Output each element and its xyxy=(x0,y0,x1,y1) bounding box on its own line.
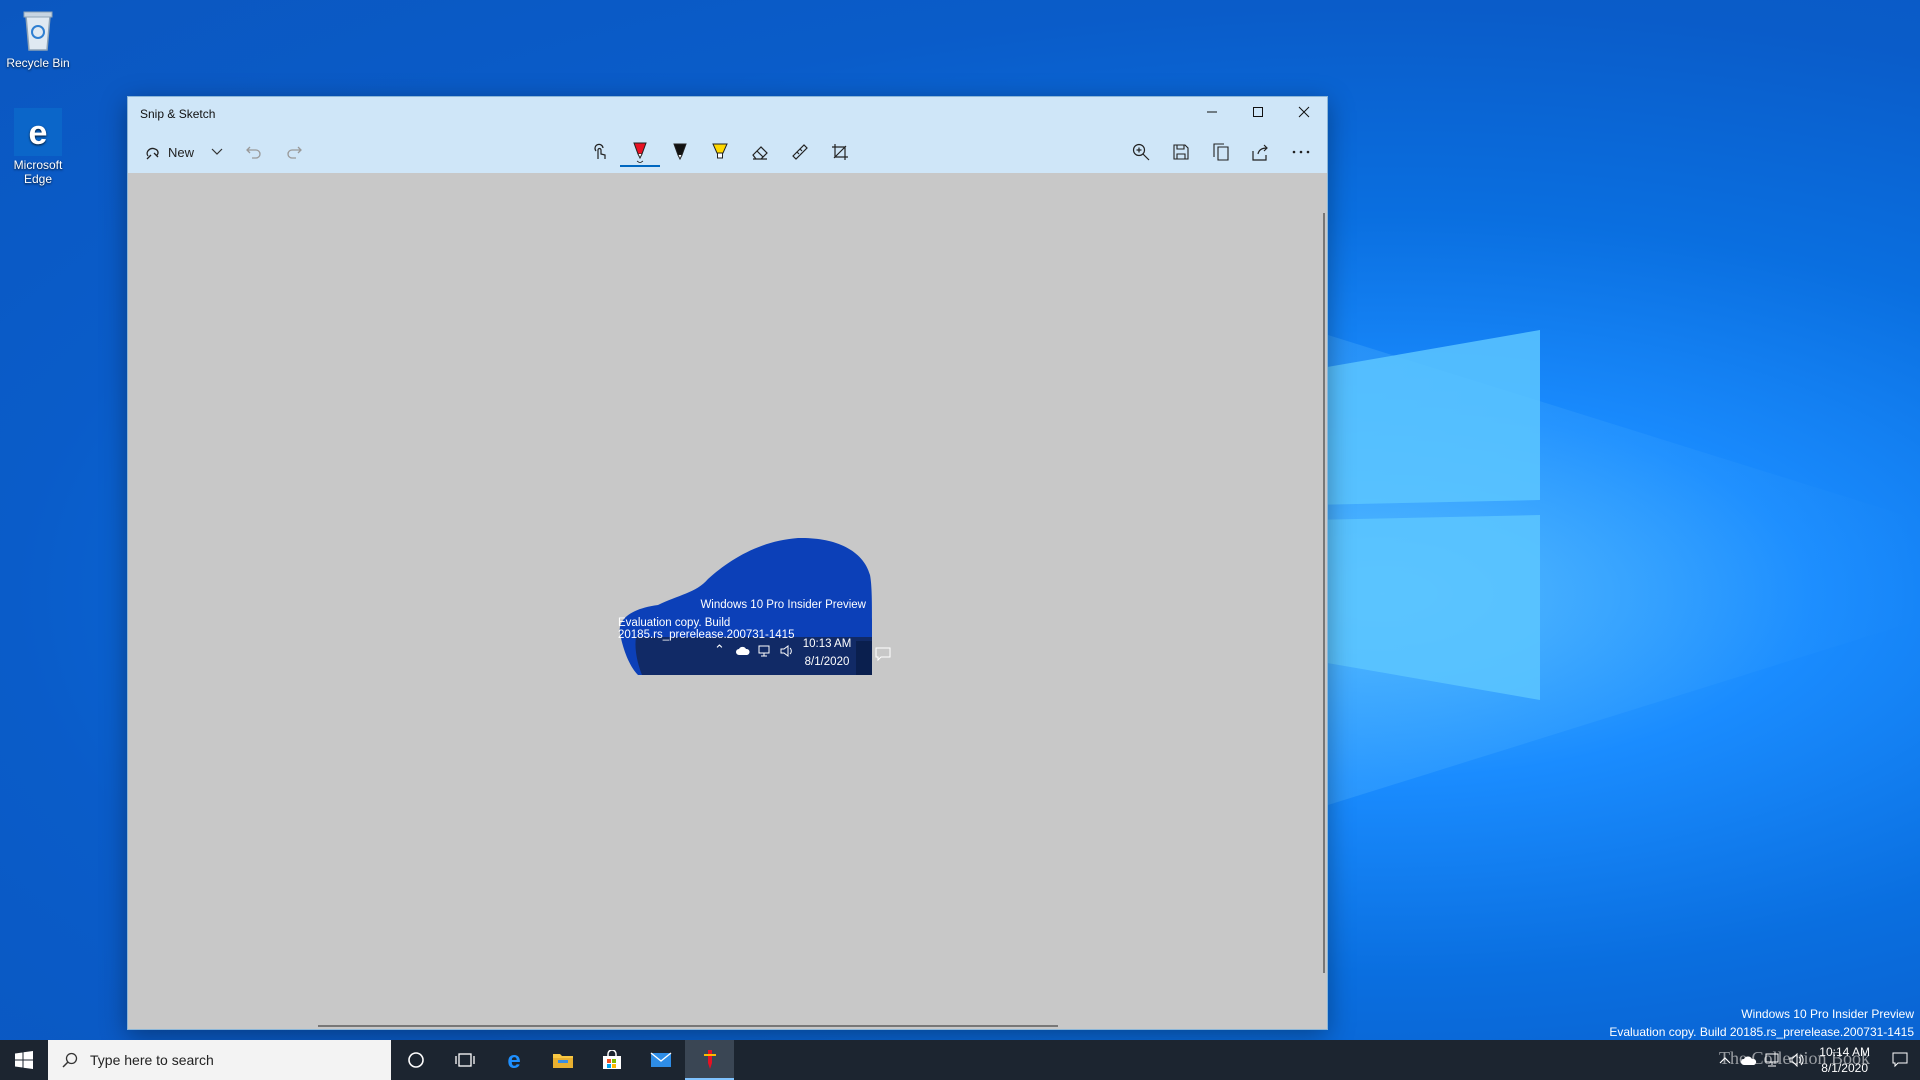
ruler-button[interactable] xyxy=(780,137,820,167)
file-explorer-icon xyxy=(552,1054,573,1068)
svg-text:e: e xyxy=(507,1049,520,1071)
taskbar-snip-sketch[interactable] xyxy=(685,1040,734,1080)
ballpoint-pen-button[interactable] xyxy=(620,137,660,167)
crop-icon xyxy=(832,144,848,160)
watermark-edition: Windows 10 Pro Insider Preview xyxy=(1741,1007,1914,1021)
pencil-button[interactable] xyxy=(660,137,700,167)
close-icon xyxy=(1298,106,1310,118)
svg-text:e: e xyxy=(29,114,48,152)
start-button[interactable] xyxy=(0,1040,48,1080)
copy-button[interactable] xyxy=(1201,137,1241,167)
search-icon xyxy=(62,1052,78,1068)
copy-icon xyxy=(1213,143,1229,161)
snip-onedrive-icon xyxy=(736,646,750,655)
watermark-build: Evaluation copy. Build 20185.rs_prerelea… xyxy=(1609,1025,1914,1039)
recycle-bin-icon xyxy=(23,11,53,51)
zoom-button[interactable] xyxy=(1121,137,1161,167)
drawing-canvas[interactable]: Windows 10 Pro Insider Preview Evaluatio… xyxy=(128,173,1327,1029)
undo-icon xyxy=(246,146,261,159)
search-placeholder: Type here to search xyxy=(90,1052,214,1068)
more-icon xyxy=(1292,150,1310,154)
horizontal-scrollbar[interactable] xyxy=(318,1025,1058,1027)
ballpoint-pen-icon xyxy=(633,142,647,163)
crop-button[interactable] xyxy=(820,137,860,167)
zoom-icon xyxy=(1132,143,1150,161)
snip-notification-icon xyxy=(875,647,891,661)
edge-icon: e xyxy=(507,1049,520,1071)
share-icon xyxy=(1252,144,1268,161)
snip-network-icon xyxy=(758,645,770,657)
windows-logo-icon xyxy=(15,1051,33,1069)
toolbar: New xyxy=(128,131,1327,173)
taskbar-file-explorer[interactable] xyxy=(538,1040,587,1080)
edge-icon: e xyxy=(14,108,62,156)
new-snip-dropdown[interactable] xyxy=(200,137,234,167)
undo-button[interactable] xyxy=(234,137,274,167)
more-options-button[interactable] xyxy=(1281,137,1321,167)
highlighter-icon xyxy=(712,143,728,159)
snip-sketch-icon xyxy=(703,1050,716,1069)
taskbar: Type here to search e The Collection Boo… xyxy=(0,1040,1920,1080)
taskbar-task-view[interactable] xyxy=(440,1040,489,1080)
store-icon xyxy=(602,1050,621,1069)
new-snip-icon xyxy=(146,147,159,160)
windows-logo-wallpaper xyxy=(1310,330,1540,700)
chevron-down-icon xyxy=(211,148,223,155)
share-button[interactable] xyxy=(1241,137,1281,167)
minimize-button[interactable] xyxy=(1189,97,1235,127)
eraser-button[interactable] xyxy=(740,137,780,167)
highlighter-button[interactable] xyxy=(700,137,740,167)
taskbar-cortana[interactable] xyxy=(391,1040,440,1080)
window-title: Snip & Sketch xyxy=(140,107,216,121)
taskbar-edge[interactable]: e xyxy=(489,1040,538,1080)
collection-book-overlay: The Collection Book xyxy=(1719,1048,1870,1068)
snip-clock-time: 10:13 AM xyxy=(802,638,852,650)
vertical-scrollbar[interactable] xyxy=(1323,213,1325,973)
taskbar-mail[interactable] xyxy=(636,1040,685,1080)
desktop-icon-label: Recycle Bin xyxy=(6,56,70,70)
maximize-button[interactable] xyxy=(1235,97,1281,127)
redo-button[interactable] xyxy=(274,137,314,167)
cortana-icon xyxy=(407,1052,424,1068)
system-tray: The Collection Book 10:14 AM 8/1/2020 xyxy=(1713,1040,1920,1080)
pencil-icon xyxy=(673,143,687,161)
touch-writing-icon xyxy=(594,143,606,159)
snip-text-edition: Windows 10 Pro Insider Preview xyxy=(700,599,866,611)
snip-sketch-window: Snip & Sketch New Windows 10 Pro Insider… xyxy=(127,96,1328,1030)
title-bar[interactable]: Snip & Sketch xyxy=(128,97,1327,131)
snip-clock-date: 8/1/2020 xyxy=(804,656,850,668)
taskbar-store[interactable] xyxy=(587,1040,636,1080)
search-box[interactable]: Type here to search xyxy=(48,1040,391,1080)
notification-icon xyxy=(1892,1052,1908,1068)
save-icon xyxy=(1173,144,1189,160)
minimize-icon xyxy=(1207,111,1217,113)
maximize-icon xyxy=(1253,107,1263,117)
desktop-icon-label: Microsoft Edge xyxy=(13,158,63,186)
action-center-button[interactable] xyxy=(1880,1052,1920,1068)
task-view-icon xyxy=(454,1053,475,1067)
redo-icon xyxy=(287,146,302,159)
snip-volume-icon xyxy=(780,645,792,657)
touch-writing-button[interactable] xyxy=(580,137,620,167)
snip-image: Windows 10 Pro Insider Preview Evaluatio… xyxy=(618,525,930,675)
ruler-icon xyxy=(792,144,808,160)
close-button[interactable] xyxy=(1281,97,1327,127)
new-label: New xyxy=(168,144,195,160)
eraser-icon xyxy=(752,146,768,160)
desktop-icon-recycle-bin[interactable]: Recycle Bin xyxy=(0,6,76,70)
mail-icon xyxy=(650,1052,671,1067)
save-button[interactable] xyxy=(1161,137,1201,167)
new-snip-button[interactable]: New xyxy=(138,137,200,167)
desktop-watermark: Windows 10 Pro Insider Preview Evaluatio… xyxy=(1609,1005,1914,1041)
snip-chevron-up-icon: ⌃ xyxy=(714,642,725,657)
desktop-icon-edge[interactable]: e Microsoft Edge xyxy=(0,108,76,186)
